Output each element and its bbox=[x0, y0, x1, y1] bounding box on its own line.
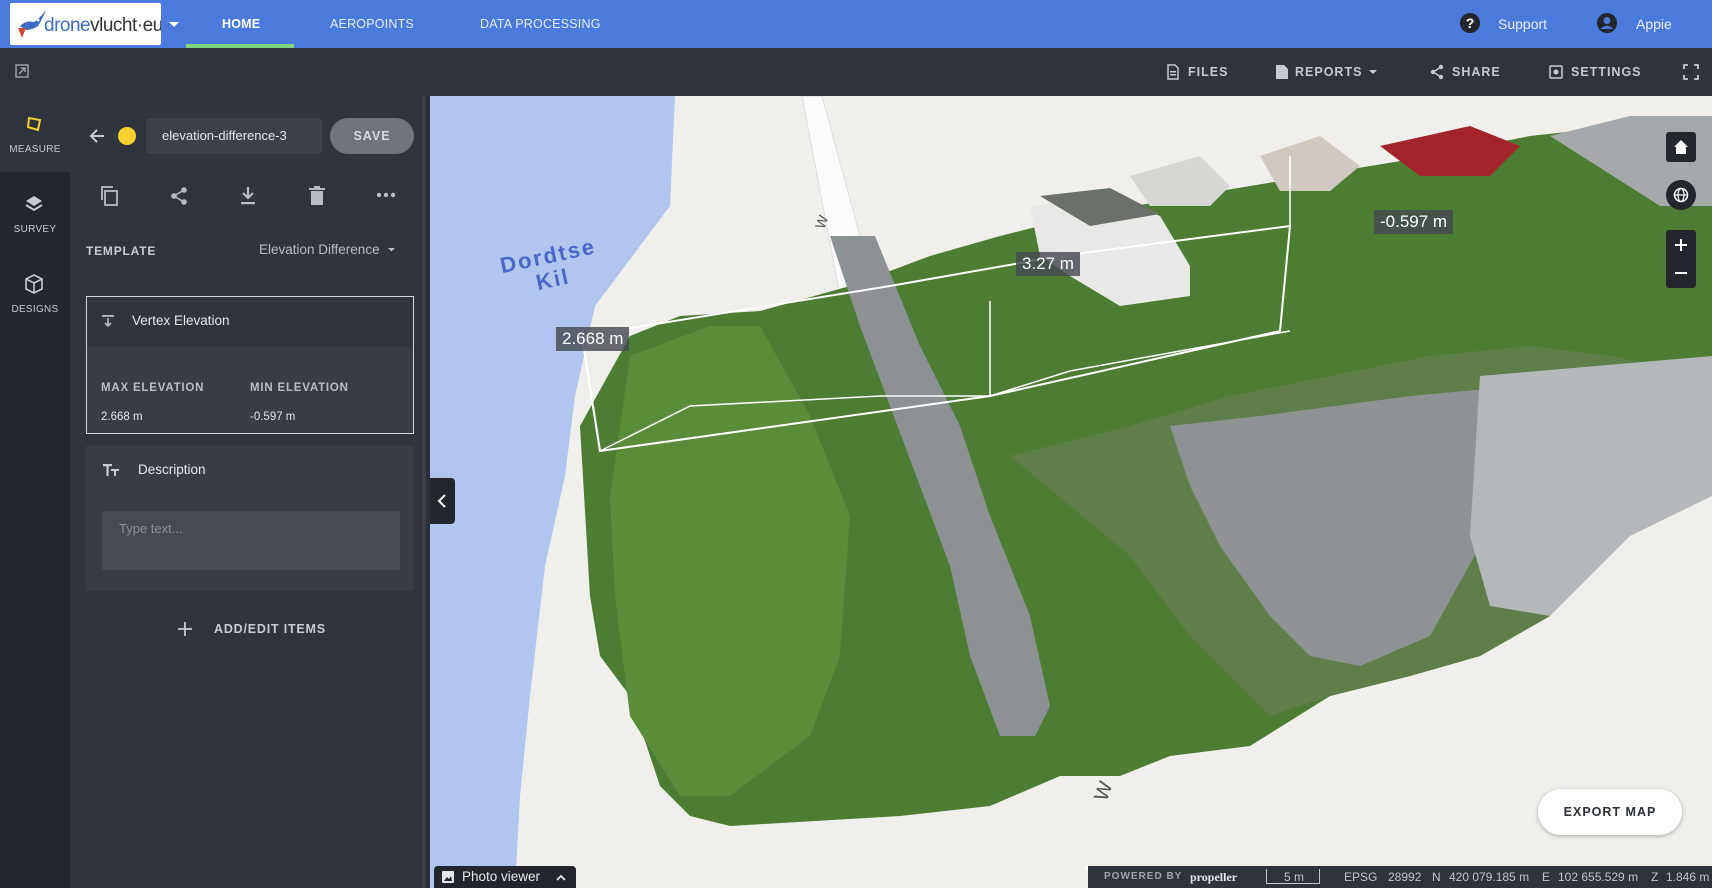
settings-label: SETTINGS bbox=[1571, 65, 1642, 79]
epsg-code: 28992 bbox=[1388, 870, 1422, 884]
elevation-icon bbox=[102, 315, 114, 328]
trash-icon[interactable] bbox=[309, 186, 325, 206]
user-name[interactable]: Appie bbox=[1636, 0, 1672, 48]
photo-viewer-label: Photo viewer bbox=[462, 869, 541, 884]
rail-survey[interactable]: SURVEY bbox=[0, 176, 70, 252]
settings-button[interactable]: SETTINGS bbox=[1549, 48, 1649, 96]
text-format-icon bbox=[103, 464, 119, 476]
elevation-label-min[interactable]: -0.597 m bbox=[1374, 210, 1454, 234]
nav-home[interactable]: HOME bbox=[222, 0, 260, 48]
z-label: Z bbox=[1651, 870, 1659, 884]
more-options-icon[interactable] bbox=[376, 192, 396, 198]
chevron-down-icon bbox=[1369, 70, 1377, 74]
scale-label: 5 m bbox=[1284, 870, 1305, 884]
min-elevation-value: -0.597 m bbox=[250, 411, 296, 423]
share-icon[interactable] bbox=[170, 186, 188, 206]
help-icon[interactable]: ? bbox=[1459, 12, 1481, 34]
globe-icon bbox=[1673, 187, 1689, 203]
download-icon[interactable] bbox=[240, 186, 256, 206]
chevron-down-icon[interactable] bbox=[166, 16, 182, 32]
image-icon bbox=[442, 871, 454, 883]
reports-button[interactable]: REPORTS bbox=[1275, 48, 1385, 96]
add-edit-items-button[interactable]: ADD/EDIT ITEMS bbox=[214, 622, 326, 636]
copy-icon[interactable] bbox=[99, 185, 119, 207]
user-avatar-icon[interactable] bbox=[1596, 12, 1618, 34]
epsg-label: EPSG bbox=[1344, 870, 1378, 884]
export-map-button[interactable]: EXPORT MAP bbox=[1538, 789, 1682, 835]
rail-designs-label: DESIGNS bbox=[11, 304, 59, 315]
file-icon bbox=[1167, 64, 1179, 80]
panel-collapse-button[interactable] bbox=[430, 478, 455, 524]
globe-view-button[interactable] bbox=[1666, 180, 1696, 210]
back-arrow-icon[interactable] bbox=[88, 127, 106, 145]
point-cloud-scene[interactable] bbox=[430, 96, 1712, 888]
description-input[interactable]: Type text... bbox=[102, 511, 400, 570]
share-label: SHARE bbox=[1452, 65, 1501, 79]
e-label: E bbox=[1542, 870, 1551, 884]
vertex-elevation-title: Vertex Elevation bbox=[132, 313, 230, 328]
resize-icon[interactable] bbox=[15, 64, 29, 78]
template-select-value: Elevation Difference bbox=[259, 242, 380, 257]
max-elevation-value: 2.668 m bbox=[101, 411, 143, 423]
polygon-icon bbox=[26, 116, 42, 132]
max-elevation-label: MAX ELEVATION bbox=[101, 382, 205, 394]
company-logo[interactable]: dronevlucht·eu bbox=[10, 3, 161, 45]
layers-icon bbox=[25, 196, 43, 212]
template-label: TEMPLATE bbox=[86, 244, 157, 258]
share-button[interactable]: SHARE bbox=[1430, 48, 1510, 96]
save-button[interactable]: SAVE bbox=[330, 118, 414, 154]
files-label: FILES bbox=[1188, 65, 1229, 79]
chevron-up-icon bbox=[556, 874, 566, 881]
elevation-label-diff[interactable]: 3.27 m bbox=[1016, 252, 1080, 276]
measurement-name-input[interactable]: elevation-difference-3 bbox=[146, 118, 322, 154]
logo-text: dronevlucht·eu bbox=[44, 15, 161, 36]
description-title: Description bbox=[138, 462, 206, 477]
propeller-brand: propeller bbox=[1190, 870, 1238, 884]
elevation-label-max[interactable]: 2.668 m bbox=[556, 327, 630, 351]
share-icon bbox=[1430, 64, 1444, 80]
zoom-out-button[interactable] bbox=[1666, 258, 1696, 288]
chevron-down-icon bbox=[388, 248, 396, 252]
e-value: 102 655.529 m bbox=[1558, 870, 1639, 884]
fullscreen-icon[interactable] bbox=[1683, 64, 1699, 80]
nav-data-processing[interactable]: DATA PROCESSING bbox=[480, 0, 601, 48]
plus-icon[interactable] bbox=[178, 622, 192, 636]
support-link[interactable]: Support bbox=[1498, 0, 1547, 48]
rail-survey-label: SURVEY bbox=[13, 224, 57, 235]
measurement-color-swatch[interactable] bbox=[118, 127, 136, 145]
coordinates-status-bar: POWERED BY propeller 5 m EPSG 28992 N 42… bbox=[1088, 866, 1712, 888]
report-icon bbox=[1276, 65, 1288, 79]
nav-aeropoints[interactable]: AEROPOINTS bbox=[330, 0, 414, 48]
rail-measure-label: MEASURE bbox=[9, 144, 61, 155]
powered-by-label: POWERED BY bbox=[1104, 871, 1183, 882]
plus-icon bbox=[1675, 239, 1687, 251]
n-label: N bbox=[1432, 870, 1441, 884]
z-value: 1.846 m bbox=[1666, 870, 1710, 884]
n-value: 420 079.185 m bbox=[1449, 870, 1530, 884]
home-icon bbox=[1674, 140, 1688, 154]
cube-icon bbox=[25, 274, 43, 294]
minus-icon bbox=[1675, 272, 1687, 274]
vertex-elevation-header: Vertex Elevation bbox=[87, 297, 413, 347]
chevron-left-icon bbox=[437, 494, 446, 508]
rail-designs[interactable]: DESIGNS bbox=[0, 256, 70, 332]
home-view-button[interactable] bbox=[1666, 132, 1696, 162]
zoom-in-button[interactable] bbox=[1666, 230, 1696, 260]
map-viewport[interactable]: Dordtse Kil W W bbox=[430, 96, 1712, 888]
template-select[interactable]: Elevation Difference bbox=[259, 242, 396, 257]
rail-measure[interactable]: MEASURE bbox=[0, 96, 70, 172]
vertex-elevation-card: Vertex Elevation MAX ELEVATION 2.668 m M… bbox=[86, 296, 414, 434]
svg-text:?: ? bbox=[1466, 15, 1475, 31]
photo-viewer-toggle[interactable]: Photo viewer bbox=[434, 866, 576, 888]
settings-icon bbox=[1549, 65, 1563, 79]
reports-label: REPORTS bbox=[1295, 65, 1363, 79]
files-button[interactable]: FILES bbox=[1165, 48, 1255, 96]
min-elevation-label: MIN ELEVATION bbox=[250, 382, 349, 394]
